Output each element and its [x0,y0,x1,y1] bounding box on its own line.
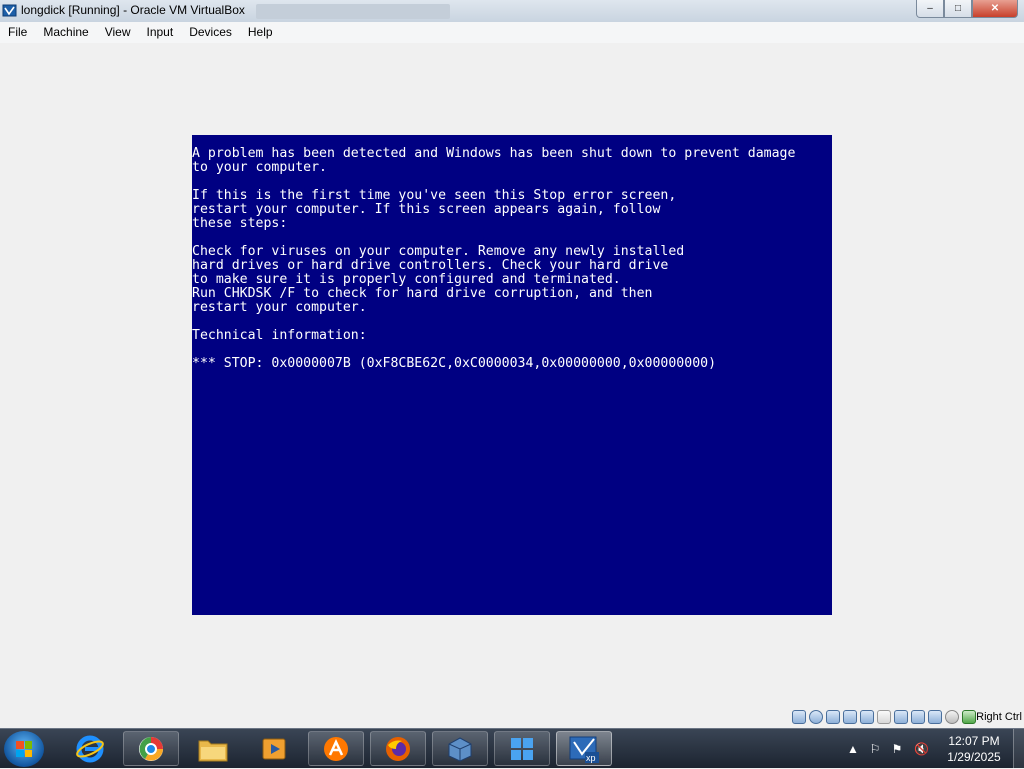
media-player-icon [262,738,286,759]
flag-icon[interactable]: ⚑ [890,742,904,756]
audio-icon[interactable] [826,710,840,724]
clock[interactable]: 12:07 PM 1/29/2025 [938,733,1010,765]
show-desktop-button[interactable] [1013,729,1024,769]
window-title: longdick [Running] - Oracle VM VirtualBo… [21,3,245,17]
vm-screen-bsod[interactable]: A problem has been detected and Windows … [192,135,832,615]
virtualization-icon[interactable] [928,710,942,724]
usb-icon[interactable] [860,710,874,724]
taskbar-avast[interactable] [308,731,364,766]
hard-disk-icon[interactable] [792,710,806,724]
display-icon[interactable] [894,710,908,724]
virtualbox-app-icon [448,736,472,762]
show-hidden-icons-icon[interactable]: ▲ [846,742,860,756]
taskbar-chromium-browser[interactable] [123,731,179,766]
vm-status-bar: Right Ctrl [0,706,1024,728]
menu-bar: File Machine View Input Devices Help [0,22,1024,44]
volume-muted-icon[interactable]: 🔇 [914,742,929,756]
maximize-button[interactable]: □ [944,0,972,18]
start-button[interactable] [4,731,44,767]
avast-icon [324,736,348,761]
svg-text:xp: xp [586,753,596,763]
host-key-label[interactable]: Right Ctrl [976,711,1022,723]
taskbar-media-player[interactable] [246,731,302,766]
minimize-button[interactable]: – [916,0,944,18]
menu-machine[interactable]: Machine [35,22,96,43]
window-titlebar[interactable]: longdick [Running] - Oracle VM VirtualBo… [0,0,1024,22]
virtualbox-icon [2,4,17,17]
taskbar-windows[interactable] [494,731,550,766]
taskbar-virtualbox-xp-vm[interactable]: xp [556,731,612,766]
optical-drive-icon[interactable] [809,710,823,724]
recording-icon[interactable] [911,710,925,724]
clock-date: 1/29/2025 [947,750,1001,764]
bsod-message: A problem has been detected and Windows … [192,146,796,371]
menu-input[interactable]: Input [139,22,182,43]
chromium-browser-icon [139,736,163,761]
taskbar-file-explorer[interactable] [185,731,241,766]
title-redaction [256,4,450,19]
windows-tile-icon [511,737,533,760]
windows-logo-icon [16,741,32,757]
internet-explorer-icon [76,735,104,762]
menu-view[interactable]: View [97,22,139,43]
menu-help[interactable]: Help [240,22,281,43]
system-tray: ▲ ⚐ ⚑ 🔇 12:07 PM 1/29/2025 [842,729,1024,769]
firefox-icon [386,736,410,761]
menu-file[interactable]: File [0,22,35,43]
windows-taskbar: xp ▲ ⚐ ⚑ 🔇 12:07 PM 1/29/2025 [0,728,1024,769]
taskbar-virtualbox[interactable] [432,731,488,766]
keyboard-icon[interactable] [962,710,976,724]
taskbar-firefox[interactable] [370,731,426,766]
menu-devices[interactable]: Devices [181,22,240,43]
mouse-integration-icon[interactable] [945,710,959,724]
taskbar-internet-explorer[interactable] [62,731,118,766]
shared-folders-icon[interactable] [877,710,891,724]
action-center-icon[interactable]: ⚐ [868,742,882,756]
virtualbox-xp-icon: xp [569,736,599,763]
folder-icon [198,740,228,761]
clock-time: 12:07 PM [948,734,1000,748]
network-icon[interactable] [843,710,857,724]
close-button[interactable]: ✕ [972,0,1018,18]
